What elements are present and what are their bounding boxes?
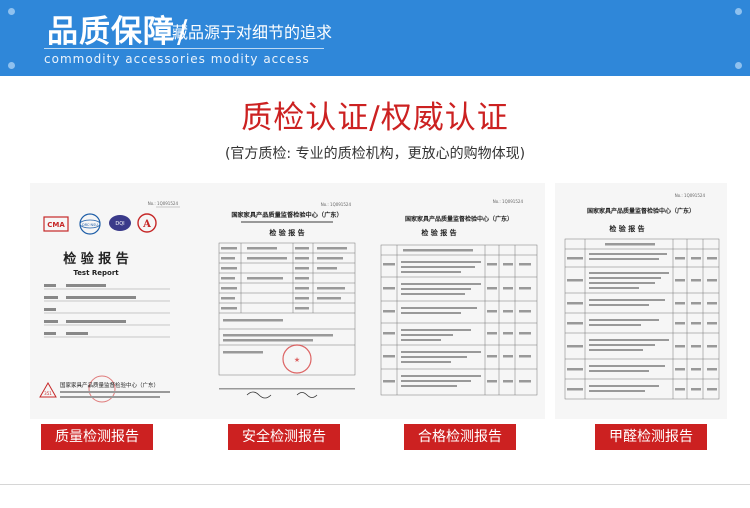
svg-text:DRC·NSU: DRC·NSU	[82, 223, 98, 227]
report-org: 国家家具产品质量监督检验中心（广东）	[587, 207, 695, 215]
report-title: 检 验 报 告	[421, 228, 456, 237]
label-quality-report[interactable]: 质量检测报告	[41, 424, 153, 450]
report-org: 国家家具产品质量监督检验中心（广东）	[405, 215, 513, 223]
report-document-4: No.: 1Q091524 国家家具产品质量监督检验中心（广东） 检 验 报 告	[555, 183, 727, 419]
report-image-quality[interactable]: No.: 1Q091524 CMA DRC·NSU DQI A 检 验 报 告 …	[30, 183, 202, 419]
label-qualified-report[interactable]: 合格检测报告	[404, 424, 516, 450]
report-title-en: Test Report	[73, 269, 119, 277]
banner-english: commodity accessories modity access	[44, 52, 310, 66]
svg-text:CMA: CMA	[47, 221, 65, 229]
report-title: 检 验 报 告	[63, 251, 129, 267]
banner-subtitle: 藏品源于对细节的追求	[172, 23, 333, 42]
report-title: 检 验 报 告	[609, 224, 644, 233]
dqi-logo: DQI	[109, 215, 131, 231]
svg-text:DQI: DQI	[115, 221, 124, 227]
report-document-2: No.: 1Q091524 国家家具产品质量监督检验中心（广东） 检 验 报 告	[201, 183, 373, 419]
banner-title: 品质保障/	[47, 6, 190, 51]
svg-text:A: A	[142, 219, 151, 230]
report-org: 国家家具产品质量监督检验中心（广东）	[231, 211, 342, 219]
banner-title-text: 品质保障	[47, 14, 175, 50]
report-no: No.: 1Q091524	[148, 201, 179, 206]
report-document-3: No.: 1Q091524 国家家具产品质量监督检验中心（广东） 检 验 报 告	[373, 183, 545, 419]
report-title: 检 验 报 告	[269, 228, 304, 237]
org-footer: 国家家具产品质量监督检验中心（广东）	[60, 381, 159, 389]
svg-text:351: 351	[44, 391, 52, 396]
section-heading: 质检认证/权威认证	[241, 100, 509, 136]
bottom-divider	[0, 484, 750, 485]
header-banner: 品质保障/ 藏品源于对细节的追求 commodity accessories m…	[0, 0, 750, 76]
report-no: No.: 1Q091524	[321, 202, 352, 207]
decor-dot	[735, 8, 742, 15]
report-no: No.: 1Q091524	[493, 199, 524, 204]
section-subheading: (官方质检: 专业的质检机构，更放心的购物体现)	[224, 146, 526, 162]
report-document-1: No.: 1Q091524 CMA DRC·NSU DQI A 检 验 报 告 …	[30, 183, 202, 419]
svg-text:★: ★	[294, 356, 300, 364]
decor-dot	[8, 62, 15, 69]
decor-dot	[735, 62, 742, 69]
report-no: No.: 1Q091524	[675, 193, 706, 198]
report-image-qualified[interactable]: No.: 1Q091524 国家家具产品质量监督检验中心（广东） 检 验 报 告	[373, 183, 545, 419]
label-safety-report[interactable]: 安全检测报告	[228, 424, 340, 450]
label-formaldehyde-report[interactable]: 甲醛检测报告	[595, 424, 707, 450]
decor-dot	[8, 8, 15, 15]
banner-divider	[44, 48, 324, 49]
report-image-formaldehyde[interactable]: No.: 1Q091524 国家家具产品质量监督检验中心（广东） 检 验 报 告	[555, 183, 727, 419]
report-image-safety[interactable]: No.: 1Q091524 国家家具产品质量监督检验中心（广东） 检 验 报 告	[201, 183, 373, 419]
